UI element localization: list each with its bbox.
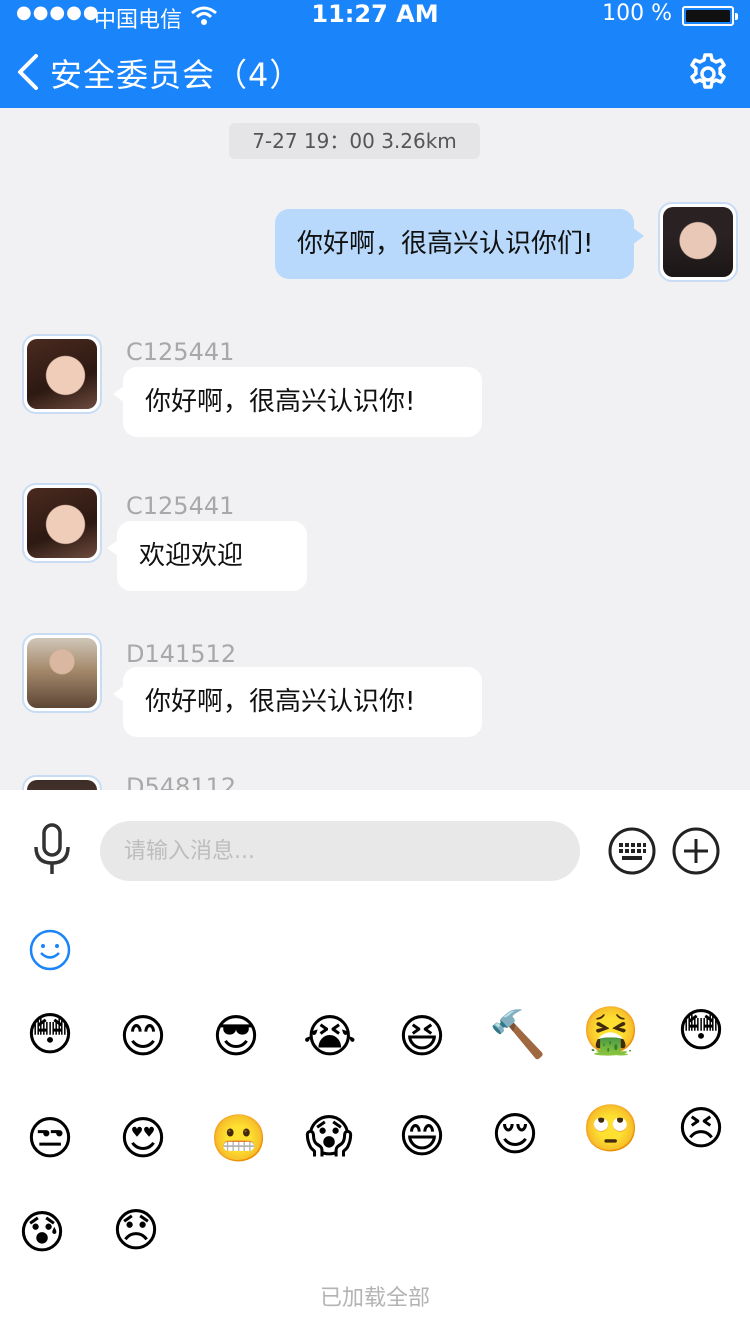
incoming-message-bubble[interactable]: 你好啊，很高兴认识你! [113, 667, 482, 737]
sender-name: C125441 [126, 492, 235, 520]
header-bar: ●●●●● 中国电信 11:27 AM 100 % 安全委员会（4） [0, 0, 750, 108]
sender-name: C125441 [126, 338, 235, 366]
emoji-item[interactable]: 😍 [117, 1112, 169, 1164]
emoji-item[interactable]: 😄 [396, 1110, 448, 1162]
smile-icon[interactable] [28, 928, 72, 972]
emoji-item[interactable]: 😳 [24, 1008, 76, 1060]
composer-panel: 😳 😊 😎 😭 😆 🔨 🤮 😳 😒 😍 😬 😱 😄 😌 🙄 😣 😰 😞 已加载全… [0, 790, 750, 1334]
emoji-item[interactable]: 🔨 [489, 1008, 546, 1060]
incoming-message-bubble[interactable]: 欢迎欢迎 [107, 521, 307, 591]
page-title: 安全委员会（4） [50, 56, 303, 94]
emoji-item[interactable]: 😊 [117, 1010, 169, 1062]
emoji-item[interactable]: 🙄 [582, 1102, 639, 1154]
sender-name: D548112 [126, 773, 237, 790]
emoji-item[interactable]: 😆 [396, 1010, 448, 1062]
emoji-item[interactable]: 😳 [675, 1004, 727, 1056]
emoji-item[interactable]: 😬 [210, 1112, 267, 1164]
add-plus-icon[interactable] [672, 827, 720, 875]
emoji-item[interactable]: 😞 [110, 1204, 162, 1256]
emoji-item[interactable]: 😣 [675, 1102, 727, 1154]
chat-messages[interactable]: 7-27 19：00 3.26km 你好啊，很高兴认识你们! C125441 你… [0, 108, 750, 790]
emoji-item[interactable]: 😰 [16, 1206, 68, 1258]
message-input[interactable] [100, 821, 580, 881]
emoji-item[interactable]: 😒 [24, 1112, 76, 1164]
keyboard-icon[interactable] [608, 827, 656, 875]
sender-name: D141512 [126, 640, 237, 668]
emoji-item[interactable]: 😎 [210, 1010, 262, 1062]
settings-gear-icon[interactable] [686, 52, 730, 96]
battery-icon [682, 6, 738, 26]
emoji-item[interactable]: 😌 [489, 1108, 541, 1160]
status-bar: ●●●●● 中国电信 11:27 AM 100 % [0, 0, 750, 33]
emoji-item[interactable]: 😭 [303, 1010, 357, 1062]
battery-percent: 100 % [602, 1, 672, 26]
nav-bar: 安全委员会（4） [0, 36, 750, 108]
member-avatar[interactable] [22, 633, 102, 713]
member-avatar[interactable] [22, 775, 102, 790]
back-chevron-icon[interactable] [12, 50, 44, 94]
message-timestamp: 7-27 19：00 3.26km [229, 123, 480, 159]
loaded-all-footer: 已加载全部 [319, 1286, 430, 1311]
emoji-item[interactable]: 🤮 [582, 1004, 639, 1056]
self-avatar[interactable] [658, 202, 738, 282]
incoming-message-bubble[interactable]: 你好啊，很高兴认识你! [113, 367, 482, 437]
member-avatar[interactable] [22, 483, 102, 563]
member-avatar[interactable] [22, 334, 102, 414]
emoji-item[interactable]: 😱 [303, 1110, 355, 1162]
microphone-icon[interactable] [28, 822, 76, 878]
outgoing-message-bubble[interactable]: 你好啊，很高兴认识你们! [275, 209, 644, 279]
